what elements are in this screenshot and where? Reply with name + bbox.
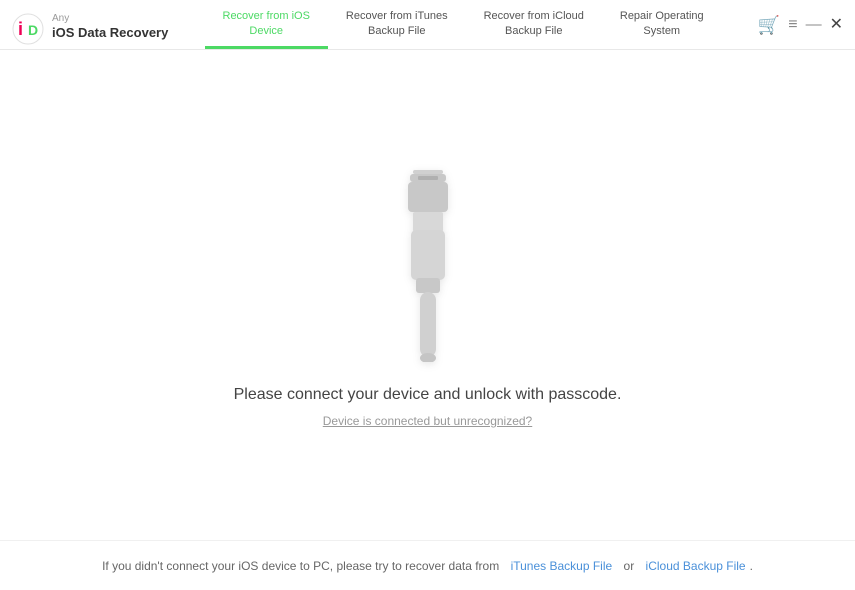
footer-text-middle: or	[624, 559, 635, 573]
icloud-link[interactable]: iCloud Backup File	[646, 559, 746, 573]
tab-itunes-label: Recover from iTunesBackup File	[346, 9, 448, 38]
connect-message: Please connect your device and unlock wi…	[234, 386, 622, 404]
itunes-link[interactable]: iTunes Backup File	[511, 559, 613, 573]
footer-space2	[616, 559, 619, 573]
app-logo-icon: i D	[12, 13, 44, 45]
unrecognized-link[interactable]: Device is connected but unrecognized?	[323, 414, 532, 428]
footer-text-after: .	[750, 559, 753, 573]
itunes-icon	[385, 0, 409, 6]
tab-itunes-backup[interactable]: Recover from iTunesBackup File	[328, 0, 466, 49]
close-button[interactable]: ✕	[830, 17, 843, 33]
app-title-block: Any iOS Data Recovery	[52, 14, 168, 42]
nav-tabs: Recover from iOSDevice Recover from iTun…	[168, 8, 757, 49]
ios-device-icon	[255, 0, 277, 6]
title-bar: i D Any iOS Data Recovery Recover from i…	[0, 0, 855, 50]
window-controls: 🛒 ≡ — ✕	[758, 16, 843, 42]
icloud-icon	[519, 0, 549, 6]
footer-space1	[503, 559, 506, 573]
tab-icloud-label: Recover from iCloudBackup File	[484, 9, 584, 38]
lightning-cable-svg	[378, 162, 478, 362]
footer-space3	[638, 559, 641, 573]
tab-repair-os[interactable]: Repair OperatingSystem	[602, 0, 722, 49]
app-any-label: Any	[52, 14, 168, 24]
footer: If you didn't connect your iOS device to…	[0, 540, 855, 590]
tab-ios-device-label: Recover from iOSDevice	[223, 9, 310, 38]
footer-text-before: If you didn't connect your iOS device to…	[102, 559, 499, 573]
menu-button[interactable]: ≡	[788, 17, 797, 33]
svg-text:D: D	[28, 22, 38, 38]
repair-icon	[650, 0, 674, 6]
svg-text:i: i	[18, 19, 23, 39]
tab-ios-device[interactable]: Recover from iOSDevice	[205, 0, 328, 49]
minimize-button[interactable]: —	[806, 17, 822, 33]
app-name-label: iOS Data Recovery	[52, 24, 168, 42]
cable-illustration	[378, 162, 478, 362]
cart-button[interactable]: 🛒	[758, 16, 780, 34]
tab-repair-label: Repair OperatingSystem	[620, 9, 704, 38]
logo-area: i D Any iOS Data Recovery	[12, 13, 168, 45]
tab-icloud-backup[interactable]: Recover from iCloudBackup File	[466, 0, 602, 49]
main-content: Please connect your device and unlock wi…	[0, 50, 855, 540]
